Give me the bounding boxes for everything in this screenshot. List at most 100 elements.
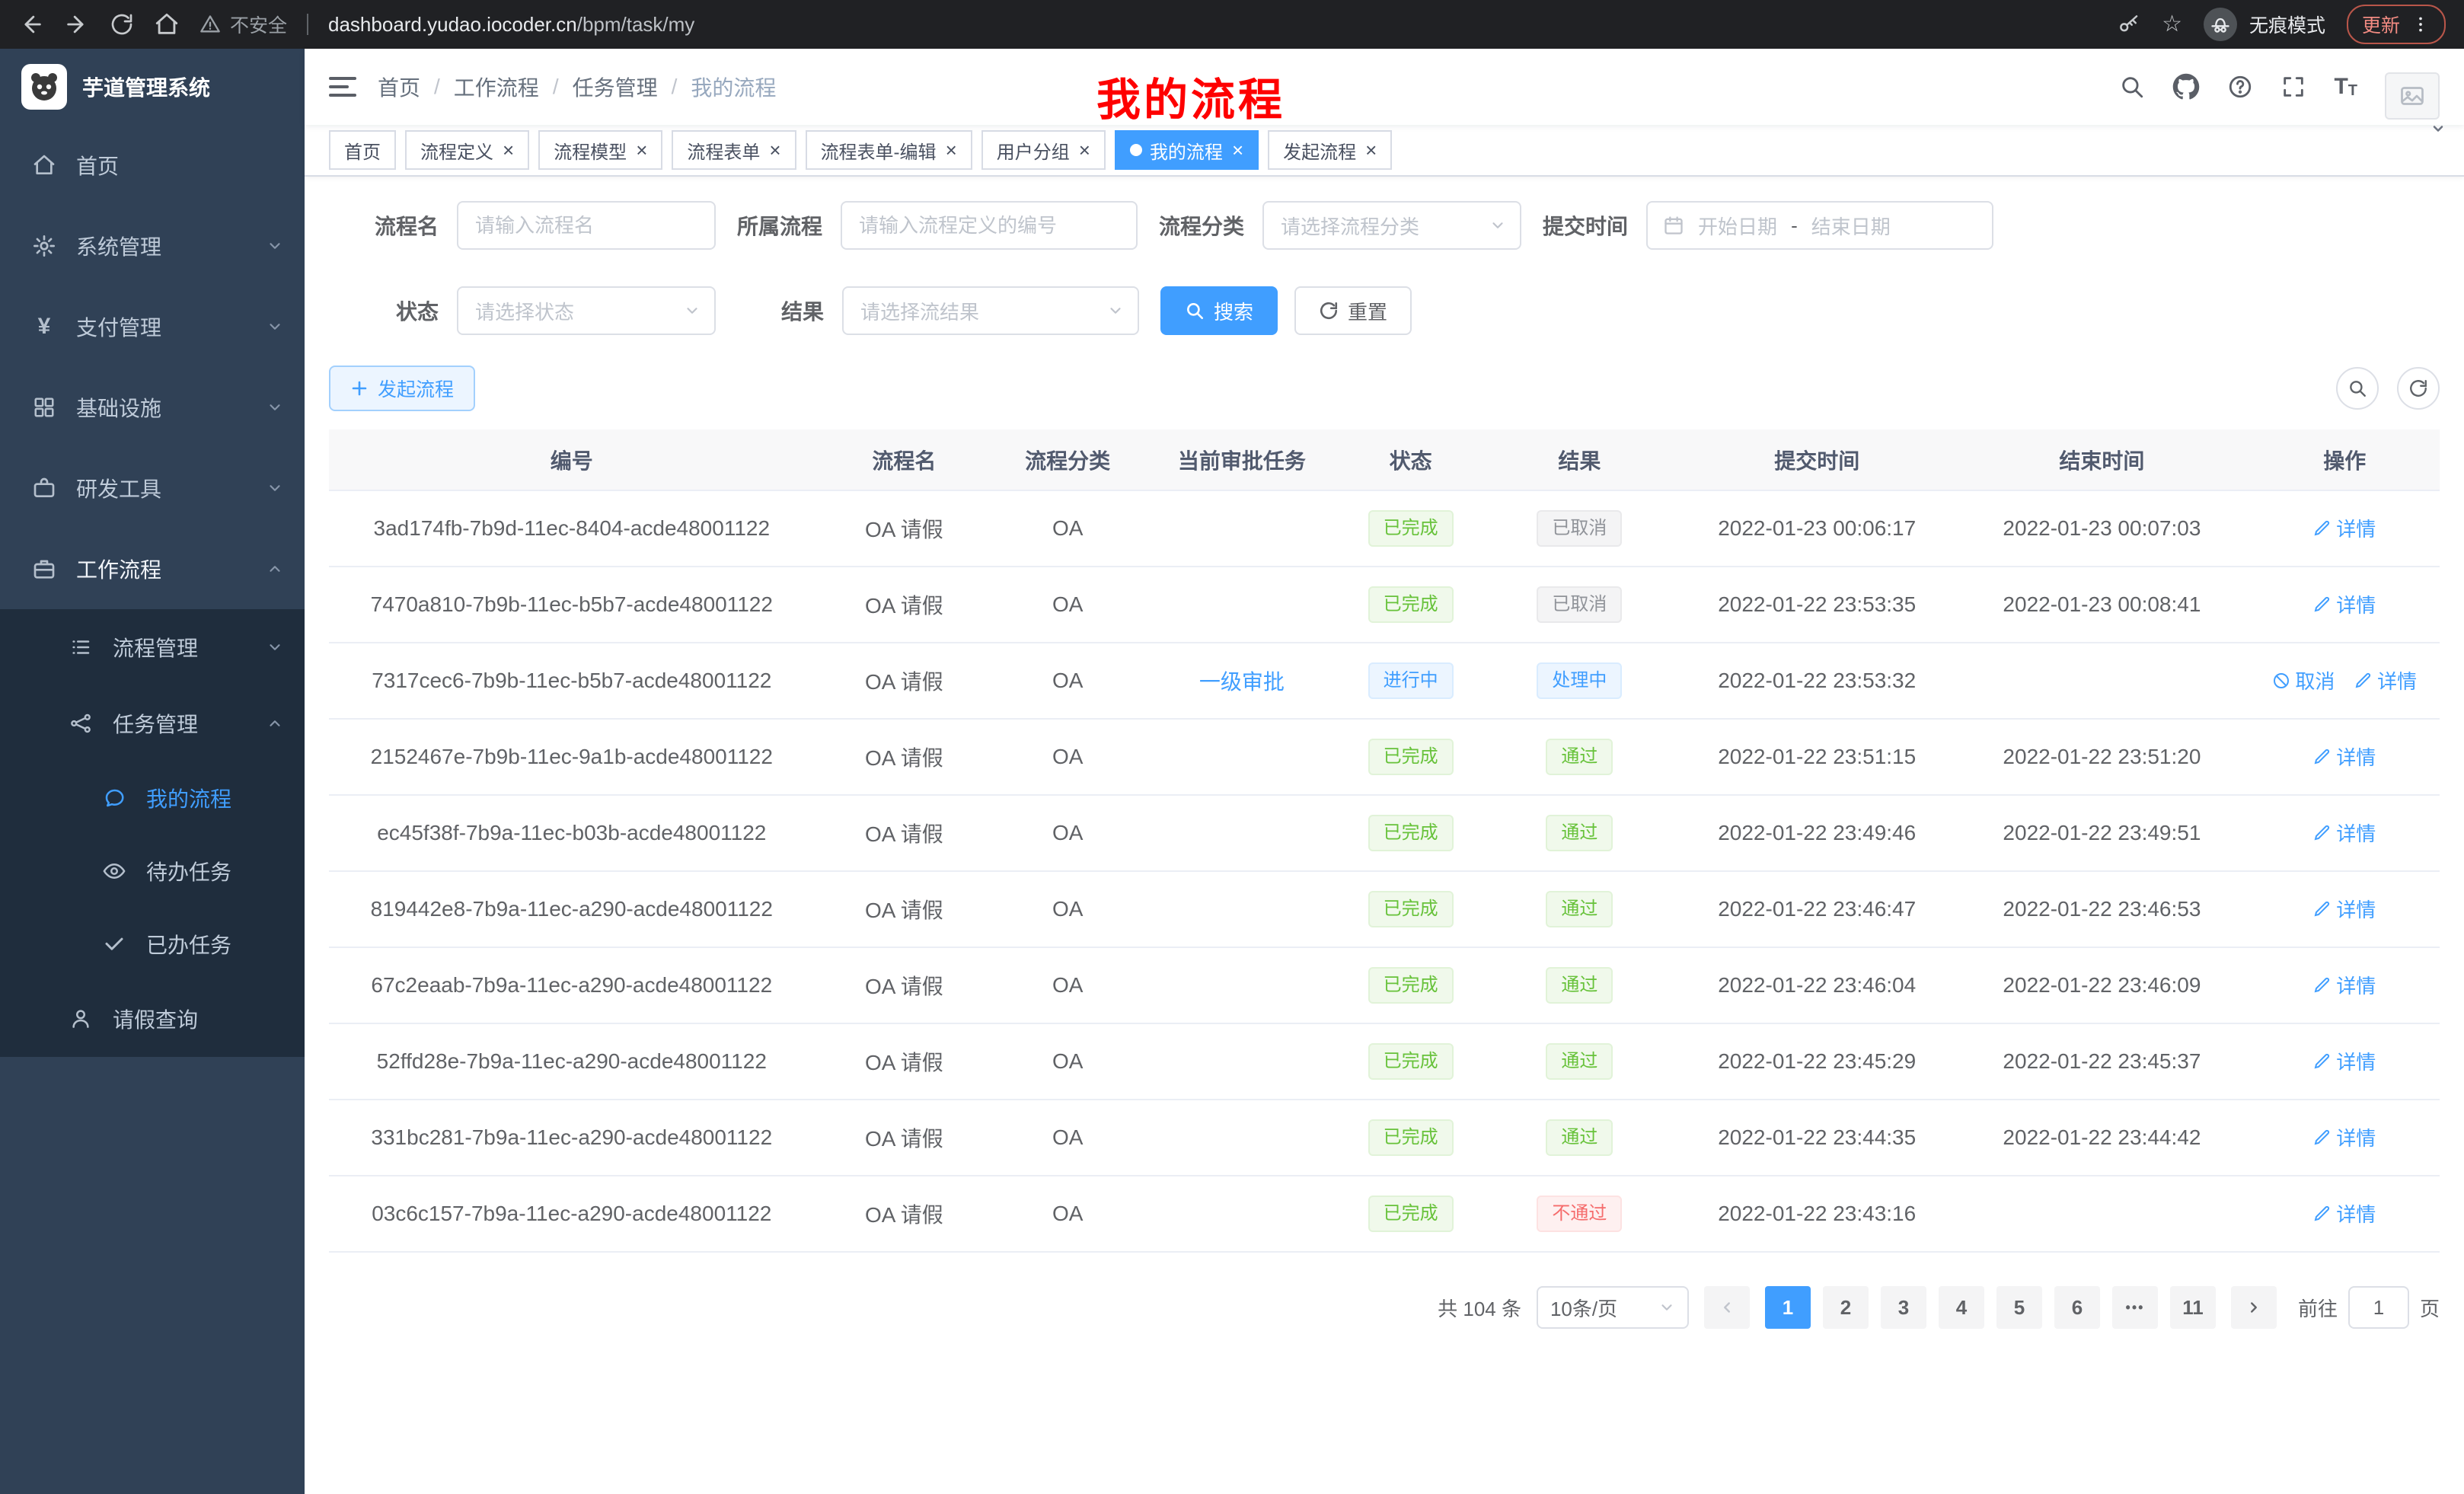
cell-task	[1141, 490, 1342, 567]
sidebar-item-process-management[interactable]: 流程管理	[0, 609, 305, 685]
sidebar-item-todo-tasks[interactable]: 待办任务	[0, 835, 305, 908]
page-button[interactable]: 3	[1881, 1286, 1926, 1329]
breadcrumb-item[interactable]: 任务管理	[573, 72, 658, 102]
sidebar-item-home[interactable]: 首页	[0, 125, 305, 206]
cell-task	[1141, 1023, 1342, 1100]
sidebar-item-task-management[interactable]: 任务管理	[0, 685, 305, 761]
create-process-button[interactable]: 发起流程	[329, 366, 475, 411]
forward-icon[interactable]	[64, 11, 90, 37]
sidebar-item-done-tasks[interactable]: 已办任务	[0, 908, 305, 981]
page-button[interactable]: 5	[1996, 1286, 2042, 1329]
page-button[interactable]: 6	[2054, 1286, 2100, 1329]
status-select[interactable]: 请选择状态	[457, 286, 716, 335]
security-chip[interactable]: 不安全	[199, 11, 287, 38]
breadcrumb: 首页 / 工作流程 / 任务管理 / 我的流程	[378, 72, 776, 102]
refresh-button[interactable]	[2397, 367, 2440, 410]
chevron-up-icon	[267, 715, 283, 732]
search-button[interactable]: 搜索	[1160, 286, 1278, 335]
cancel-link[interactable]: 取消	[2272, 666, 2335, 694]
page-button-current[interactable]: 1	[1765, 1286, 1811, 1329]
avatar-placeholder-icon	[2385, 72, 2440, 120]
app-logo-row[interactable]: 芋道管理系统	[0, 49, 305, 125]
search-icon[interactable]	[2119, 74, 2145, 100]
sidebar-item-my-process[interactable]: 我的流程	[0, 761, 305, 835]
detail-link[interactable]: 详情	[2313, 514, 2376, 542]
close-icon[interactable]: ×	[769, 140, 780, 160]
detail-link[interactable]: 详情	[2313, 895, 2376, 923]
detail-link[interactable]: 详情	[2354, 666, 2417, 694]
cell-task	[1141, 947, 1342, 1023]
close-icon[interactable]: ×	[1079, 140, 1090, 160]
detail-link[interactable]: 详情	[2313, 1199, 2376, 1227]
reset-button[interactable]: 重置	[1294, 286, 1412, 335]
current-task-link[interactable]: 一级审批	[1199, 670, 1285, 694]
close-icon[interactable]: ×	[1232, 140, 1243, 160]
tab-process-definition[interactable]: 流程定义×	[405, 130, 529, 170]
result-badge: 通过	[1546, 967, 1613, 1004]
tab-process-form-edit[interactable]: 流程表单-编辑×	[806, 130, 972, 170]
detail-link[interactable]: 详情	[2313, 971, 2376, 999]
close-icon[interactable]: ×	[503, 140, 514, 160]
close-icon[interactable]: ×	[636, 140, 647, 160]
breadcrumb-item[interactable]: 工作流程	[454, 72, 539, 102]
detail-link[interactable]: 详情	[2313, 1123, 2376, 1151]
submit-time-range-picker[interactable]: 开始日期 - 结束日期	[1646, 201, 1993, 250]
search-toggle-button[interactable]	[2336, 367, 2379, 410]
sidebar-toggle-icon[interactable]	[329, 77, 356, 97]
result-select[interactable]: 请选择流结果	[842, 286, 1139, 335]
reload-icon[interactable]	[110, 12, 134, 37]
cell-name: OA 请假	[815, 947, 994, 1023]
process-name-input[interactable]	[457, 201, 716, 250]
detail-link[interactable]: 详情	[2313, 1047, 2376, 1075]
font-size-icon[interactable]: TT	[2334, 74, 2357, 100]
kebab-menu-icon[interactable]	[2411, 14, 2430, 34]
cell-task	[1141, 719, 1342, 795]
more-pages-button[interactable]: •••	[2112, 1286, 2158, 1329]
sidebar-item-system[interactable]: 系统管理	[0, 206, 305, 286]
tab-process-model[interactable]: 流程模型×	[538, 130, 662, 170]
col-header-actions: 操作	[2249, 429, 2440, 490]
sidebar-item-devtools[interactable]: 研发工具	[0, 448, 305, 528]
fullscreen-icon[interactable]	[2280, 74, 2306, 100]
close-icon[interactable]: ×	[1365, 140, 1377, 160]
tab-user-group[interactable]: 用户分组×	[981, 130, 1106, 170]
detail-link[interactable]: 详情	[2313, 742, 2376, 771]
chevron-left-icon	[1719, 1299, 1735, 1316]
detail-link[interactable]: 详情	[2313, 819, 2376, 847]
page-button[interactable]: 4	[1939, 1286, 1984, 1329]
close-icon[interactable]: ×	[946, 140, 957, 160]
page-size-select[interactable]: 10条/页	[1537, 1286, 1689, 1329]
back-icon[interactable]	[18, 11, 44, 37]
github-icon[interactable]	[2172, 73, 2200, 101]
table-row: 7317cec6-7b9b-11ec-b5b7-acde48001122 OA …	[329, 643, 2440, 719]
sidebar-item-workflow[interactable]: 工作流程	[0, 528, 305, 609]
cell-task	[1141, 871, 1342, 947]
avatar[interactable]	[2385, 72, 2440, 120]
category-select[interactable]: 请选择流程分类	[1262, 201, 1521, 250]
page-button[interactable]: 2	[1823, 1286, 1869, 1329]
process-definition-input[interactable]	[841, 201, 1138, 250]
result-badge: 通过	[1546, 1043, 1613, 1080]
sidebar-item-payment[interactable]: ¥ 支付管理	[0, 286, 305, 367]
help-icon[interactable]	[2227, 74, 2253, 100]
tab-my-process[interactable]: 我的流程×	[1115, 130, 1259, 170]
browser-menu-update-button[interactable]: 更新	[2347, 5, 2446, 44]
tab-initiate-process[interactable]: 发起流程×	[1268, 130, 1392, 170]
col-header-status: 状态	[1342, 429, 1479, 490]
home-icon[interactable]	[154, 11, 180, 37]
tab-home[interactable]: 首页	[329, 130, 396, 170]
goto-page-input[interactable]	[2348, 1286, 2409, 1329]
page-button-last[interactable]: 11	[2170, 1286, 2216, 1329]
sidebar-item-infrastructure[interactable]: 基础设施	[0, 367, 305, 448]
address-bar[interactable]: dashboard.yudao.iocoder.cn/bpm/task/my	[328, 13, 694, 37]
prev-page-button[interactable]	[1704, 1286, 1750, 1329]
tab-process-form[interactable]: 流程表单×	[672, 130, 796, 170]
sidebar-item-leave-query[interactable]: 请假查询	[0, 981, 305, 1057]
breadcrumb-item[interactable]: 首页	[378, 72, 420, 102]
key-icon[interactable]	[2118, 13, 2140, 36]
detail-link[interactable]: 详情	[2313, 590, 2376, 618]
nodes-icon	[67, 712, 94, 735]
next-page-button[interactable]	[2231, 1286, 2277, 1329]
warning-icon	[199, 14, 221, 35]
col-header-result: 结果	[1479, 429, 1680, 490]
